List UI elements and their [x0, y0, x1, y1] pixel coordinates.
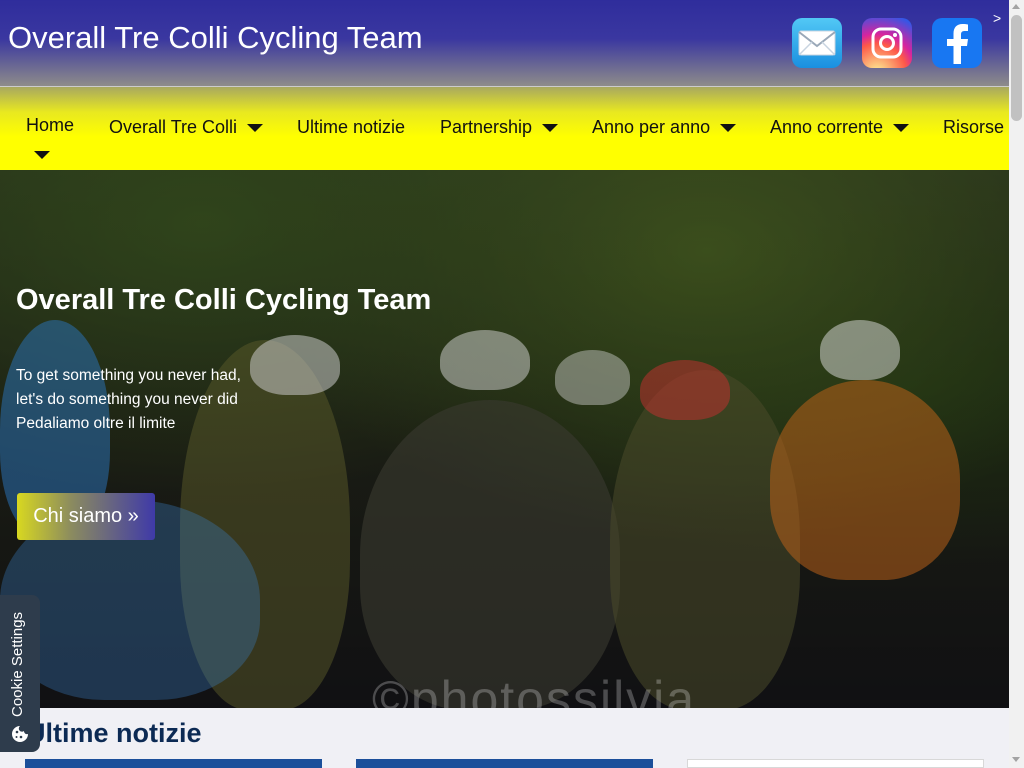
- chevron-down-icon[interactable]: [34, 151, 50, 159]
- hero-tagline-line: To get something you never had,: [16, 367, 241, 384]
- nav-item-anno-per-anno[interactable]: Anno per anno: [592, 117, 737, 138]
- scroll-down-arrow-icon[interactable]: [1012, 757, 1020, 762]
- nav-item-label: Partnership: [440, 117, 533, 137]
- hero-banner: Overall Tre Colli Cycling Team To get so…: [0, 170, 1009, 708]
- main-nav: Home Overall Tre Colli Ultime notizie Pa…: [0, 86, 1009, 170]
- nav-item-home[interactable]: Home: [26, 115, 74, 136]
- photo-watermark: ©photossilvia: [372, 671, 697, 708]
- chevron-down-icon: [542, 123, 559, 132]
- nav-item-risorse[interactable]: Risorse: [943, 117, 1004, 138]
- scroll-up-arrow-icon[interactable]: [1012, 4, 1020, 9]
- cookie-icon: [12, 726, 28, 742]
- nav-item-label: Home: [26, 115, 75, 135]
- instagram-icon[interactable]: [862, 18, 912, 68]
- nav-item-label: Anno per anno: [592, 117, 711, 137]
- nav-item-partnership[interactable]: Partnership: [440, 117, 559, 138]
- cookie-settings-tab[interactable]: Cookie Settings: [0, 595, 40, 752]
- overflow-marker: >: [993, 10, 1002, 26]
- chi-siamo-button[interactable]: Chi siamo »: [17, 493, 155, 540]
- nav-item-label: Anno corrente: [770, 117, 884, 137]
- news-card[interactable]: [687, 759, 984, 768]
- chevron-down-icon: [247, 123, 264, 132]
- mail-icon[interactable]: [792, 18, 842, 68]
- nav-item-anno-corrente[interactable]: Anno corrente: [770, 117, 910, 138]
- nav-item-label: Risorse: [943, 117, 1005, 137]
- nav-item-label: Overall Tre Colli: [109, 117, 238, 137]
- news-card[interactable]: [25, 759, 322, 768]
- hero-title: Overall Tre Colli Cycling Team: [16, 284, 432, 316]
- site-header: Overall Tre Colli Cycling Team >: [0, 0, 1009, 86]
- page-scrollbar[interactable]: [1009, 0, 1024, 768]
- chevron-down-icon: [893, 123, 910, 132]
- site-title[interactable]: Overall Tre Colli Cycling Team: [8, 20, 423, 56]
- nav-item-overall-tre-colli[interactable]: Overall Tre Colli: [109, 117, 264, 138]
- nav-item-label: Ultime notizie: [297, 117, 406, 137]
- scrollbar-thumb[interactable]: [1011, 15, 1022, 121]
- hero-tagline-line: Pedaliamo oltre il limite: [16, 415, 176, 432]
- nav-item-ultime-notizie[interactable]: Ultime notizie: [297, 117, 405, 138]
- news-card[interactable]: [356, 759, 653, 768]
- hero-tagline-line: let's do something you never did: [16, 391, 238, 408]
- news-heading: Ultime notizie: [26, 718, 202, 748]
- chevron-down-icon: [720, 123, 737, 132]
- facebook-icon[interactable]: [932, 18, 982, 68]
- cookie-settings-label: Cookie Settings: [9, 611, 26, 717]
